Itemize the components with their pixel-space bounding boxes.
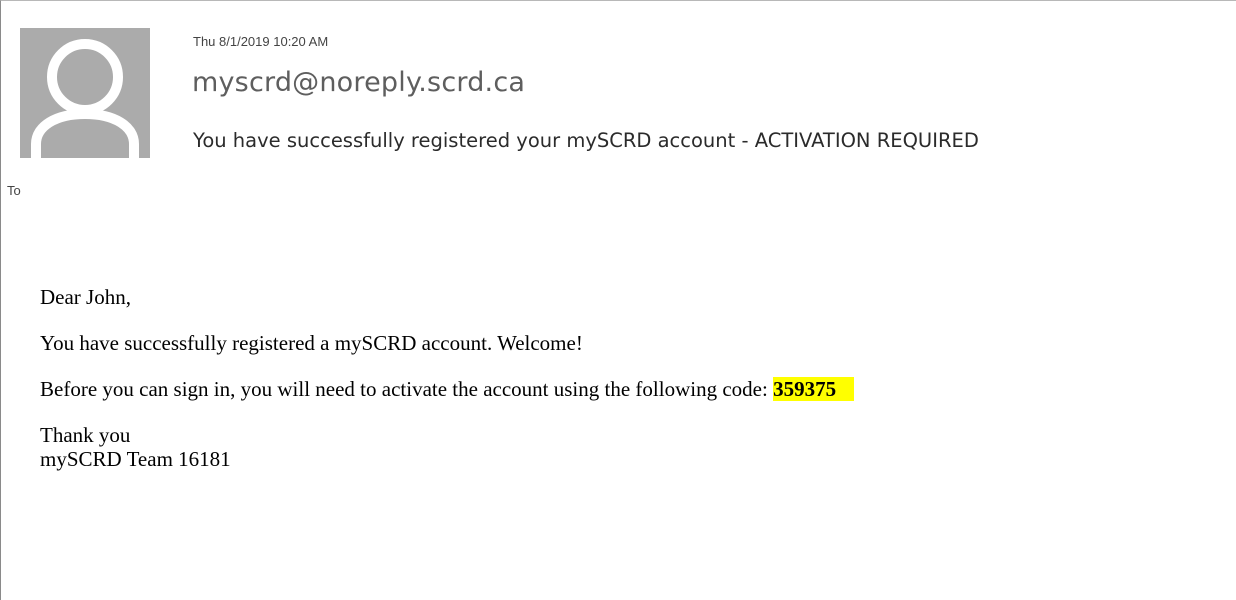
activation-code: 359375	[773, 377, 855, 401]
signature-text: mySCRD Team 16181	[40, 447, 231, 471]
activation-instruction-text: Before you can sign in, you will need to…	[40, 377, 774, 401]
email-body: Dear John, You have successfully registe…	[40, 285, 1190, 493]
sender-avatar	[20, 28, 150, 158]
sender-address[interactable]: myscrd@noreply.scrd.ca	[192, 67, 525, 98]
email-subject: You have successfully registered your my…	[193, 129, 979, 152]
activation-paragraph: Before you can sign in, you will need to…	[40, 377, 1190, 401]
sign-off-text: Thank you	[40, 423, 131, 447]
to-label: To	[7, 183, 21, 198]
welcome-text: You have successfully registered a mySCR…	[40, 331, 583, 355]
greeting-text: Dear John,	[40, 285, 131, 309]
person-silhouette-icon	[31, 39, 139, 158]
sent-date: Thu 8/1/2019 10:20 AM	[193, 34, 329, 49]
signature-block: Thank you mySCRD Team 16181	[40, 423, 1190, 471]
email-reading-pane: Thu 8/1/2019 10:20 AM myscrd@noreply.scr…	[0, 0, 1236, 600]
